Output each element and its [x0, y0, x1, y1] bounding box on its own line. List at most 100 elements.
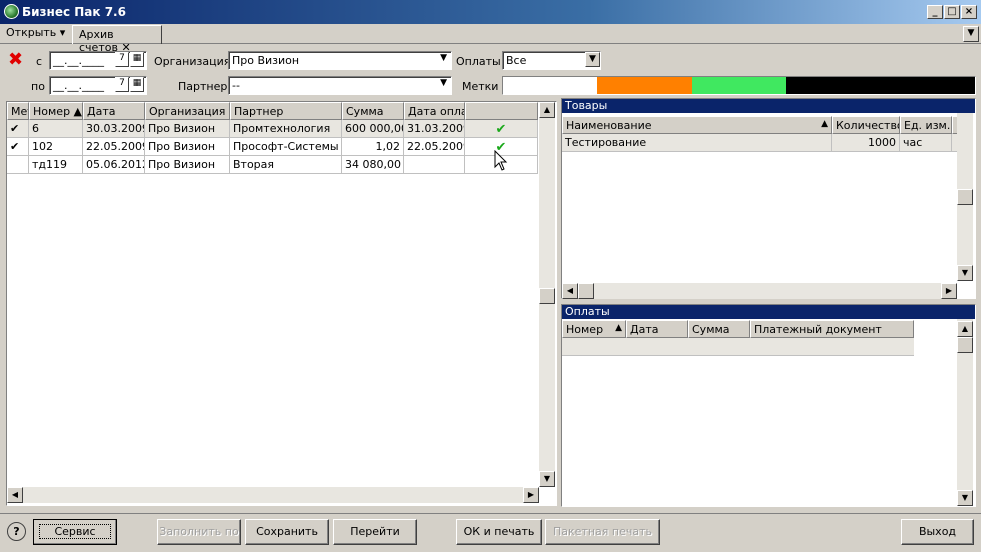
invoices-cell-mark[interactable]: ✔ — [7, 120, 29, 138]
open-menu[interactable]: Открыть ▾ — [6, 26, 65, 39]
sort-asc-icon: ▲ — [615, 323, 622, 333]
invoices-cell-org[interactable]: Про Визион — [145, 120, 230, 138]
invoices-cell-number[interactable]: тд119 — [29, 156, 83, 174]
mark-black[interactable] — [786, 77, 976, 94]
goods-cell-qty[interactable]: 1000 — [832, 134, 900, 152]
invoices-cell-mark[interactable]: ✔ — [7, 138, 29, 156]
payments-col-number[interactable]: Номер ▲ — [562, 320, 626, 338]
goods-hscroll[interactable]: ◀ ▶ — [562, 283, 957, 299]
ok-print-label: ОК и печать — [463, 525, 535, 538]
invoices-cell-sum[interactable]: 1,02 — [342, 138, 404, 156]
payments-empty-row[interactable] — [562, 338, 914, 356]
invoices-col-number[interactable]: Номер ▲ — [29, 102, 83, 120]
invoices-cell-org[interactable]: Про Визион — [145, 138, 230, 156]
scroll-up-icon[interactable]: ▲ — [957, 321, 973, 337]
calendar-icon[interactable]: 7 — [115, 77, 129, 92]
invoices-cell-status[interactable]: ✔ — [465, 120, 538, 138]
goods-col-unit[interactable]: Ед. изм. — [900, 116, 952, 134]
payments-col-date[interactable]: Дата — [626, 320, 688, 338]
invoices-cell-partner[interactable]: Прософт-Системы — [230, 138, 342, 156]
divider — [0, 513, 981, 514]
mark-white[interactable] — [503, 77, 598, 94]
exit-button[interactable]: Выход — [901, 519, 974, 545]
invoices-grid: МетНомер ▲ДатаОрганизацияПартнерСуммаДат… — [6, 101, 557, 506]
partner-select[interactable]: -- ▼ — [228, 76, 452, 95]
scroll-down-icon[interactable]: ▼ — [957, 490, 973, 506]
fill-button[interactable]: Заполнить по — [157, 519, 241, 545]
partner-label: Партнер — [178, 80, 228, 93]
invoices-cell-number[interactable]: 6 — [29, 120, 83, 138]
scroll-thumb[interactable] — [957, 337, 973, 353]
invoices-cell-sum[interactable]: 34 080,00 — [342, 156, 404, 174]
invoices-cell-paid[interactable]: 31.03.2009 — [404, 120, 465, 138]
organization-value: Про Визион — [232, 54, 300, 67]
close-window-button[interactable]: × — [961, 5, 977, 19]
scroll-down-icon[interactable]: ▼ — [539, 471, 555, 487]
payments-vscroll[interactable]: ▲ ▼ — [957, 319, 973, 506]
invoices-col-date[interactable]: Дата — [83, 102, 145, 120]
goto-button[interactable]: Перейти — [333, 519, 417, 545]
payments-col-sum[interactable]: Сумма — [688, 320, 750, 338]
invoices-cell-partner[interactable]: Промтехнология — [230, 120, 342, 138]
tab-strip: Открыть ▾ Архив счетов ✕ ▼ — [0, 24, 981, 54]
invoices-col-mark[interactable]: Мет — [7, 102, 29, 120]
invoices-cell-date[interactable]: 30.03.2009 — [83, 120, 145, 138]
tab-dropdown-button[interactable]: ▼ — [963, 26, 979, 42]
scroll-thumb[interactable] — [957, 189, 973, 205]
organization-select[interactable]: Про Визион ▼ — [228, 51, 452, 70]
goods-vscroll[interactable]: ▼ — [957, 113, 973, 281]
invoices-cell-org[interactable]: Про Визион — [145, 156, 230, 174]
scroll-thumb[interactable] — [539, 288, 555, 304]
clear-filter-icon[interactable]: ✖ — [8, 51, 23, 69]
goods-col-qty[interactable]: Количество — [832, 116, 900, 134]
invoices-hscroll[interactable]: ◀ ▶ — [7, 487, 539, 503]
invoices-cell-number[interactable]: 102 — [29, 138, 83, 156]
grid-picker-icon[interactable]: ▦ — [130, 52, 144, 67]
fill-label: Заполнить по — [159, 525, 239, 538]
goods-cell-name[interactable]: Тестирование — [562, 134, 832, 152]
goods-col-name[interactable]: Наименование ▲ — [562, 116, 832, 134]
marks-color-bar[interactable] — [502, 76, 976, 95]
invoices-cell-paid[interactable]: 22.05.2009 — [404, 138, 465, 156]
grid-picker-icon[interactable]: ▦ — [130, 77, 144, 92]
invoices-vscroll[interactable]: ▲ ▼ — [539, 102, 555, 487]
invoices-col-partner[interactable]: Партнер — [230, 102, 342, 120]
invoices-col-org[interactable]: Организация — [145, 102, 230, 120]
scroll-right-icon[interactable]: ▶ — [523, 487, 539, 503]
invoices-cell-date[interactable]: 22.05.2009 — [83, 138, 145, 156]
minimize-button[interactable]: _ — [927, 5, 943, 19]
title-bar: Бизнес Пак 7.6 _ □ × — [0, 0, 981, 24]
partner-value: -- — [232, 79, 240, 92]
maximize-button[interactable]: □ — [944, 5, 960, 19]
scroll-up-icon[interactable]: ▲ — [539, 102, 555, 118]
tab-invoice-archive[interactable]: Архив счетов ✕ — [72, 25, 162, 54]
payments-select[interactable]: Все ▼ — [502, 51, 601, 70]
invoices-col-paid[interactable]: Дата оплат — [404, 102, 465, 120]
mark-orange[interactable] — [597, 77, 692, 94]
scroll-thumb[interactable] — [578, 283, 594, 299]
goods-cell-unit[interactable]: час — [900, 134, 952, 152]
service-button[interactable]: Сервис — [33, 519, 117, 545]
invoices-cell-mark[interactable] — [7, 156, 29, 174]
help-icon[interactable]: ? — [7, 522, 26, 541]
calendar-icon[interactable]: 7 — [115, 52, 129, 67]
mark-green[interactable] — [691, 77, 787, 94]
scroll-left-icon[interactable]: ◀ — [562, 283, 578, 299]
dropdown-arrow-icon[interactable]: ▼ — [585, 52, 600, 67]
ok-print-button[interactable]: ОК и печать — [456, 519, 542, 545]
invoices-col-sum[interactable]: Сумма — [342, 102, 404, 120]
invoices-cell-partner[interactable]: Вторая — [230, 156, 342, 174]
open-menu-label: Открыть — [6, 26, 57, 39]
payments-value: Все — [506, 54, 527, 67]
scroll-down-icon[interactable]: ▼ — [957, 265, 973, 281]
invoices-cell-paid[interactable] — [404, 156, 465, 174]
batch-print-button[interactable]: Пакетная печать — [545, 519, 660, 545]
invoices-col-status[interactable] — [465, 102, 538, 120]
scroll-right-icon[interactable]: ▶ — [941, 283, 957, 299]
save-button[interactable]: Сохранить — [245, 519, 329, 545]
payments-col-doc[interactable]: Платежный документ — [750, 320, 914, 338]
invoices-cell-date[interactable]: 05.06.2012 — [83, 156, 145, 174]
mouse-cursor-icon — [494, 150, 508, 171]
invoices-cell-sum[interactable]: 600 000,00 — [342, 120, 404, 138]
scroll-left-icon[interactable]: ◀ — [7, 487, 23, 503]
